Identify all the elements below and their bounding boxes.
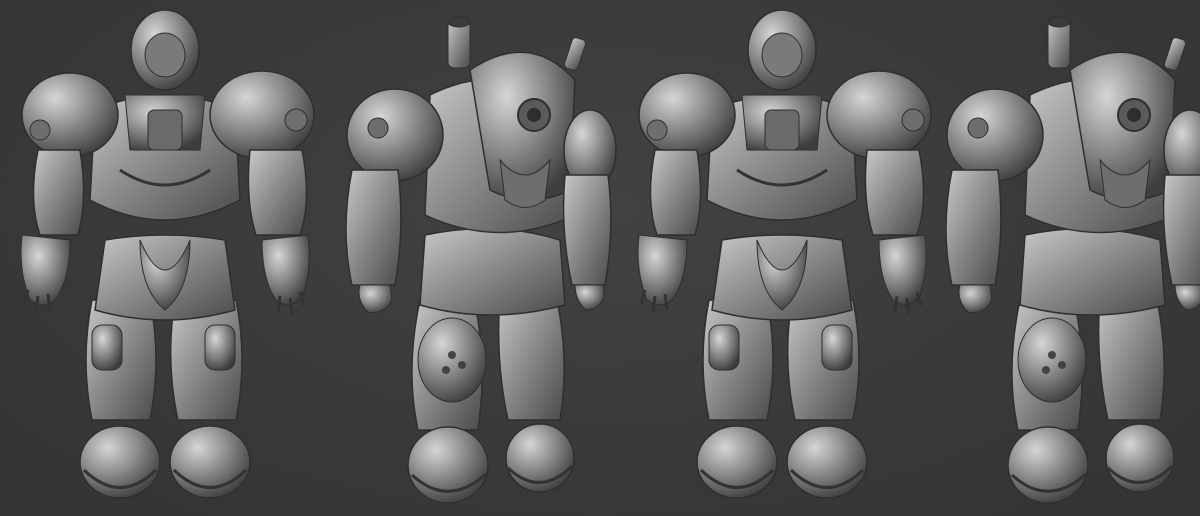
suit-side-wireframe xyxy=(944,15,1200,505)
suit-front-wireframe xyxy=(636,8,933,500)
suit-side-smooth xyxy=(344,15,618,505)
render-viewport xyxy=(0,0,1200,516)
model-turnaround-render xyxy=(19,8,1200,505)
suit-front-smooth xyxy=(19,8,316,500)
